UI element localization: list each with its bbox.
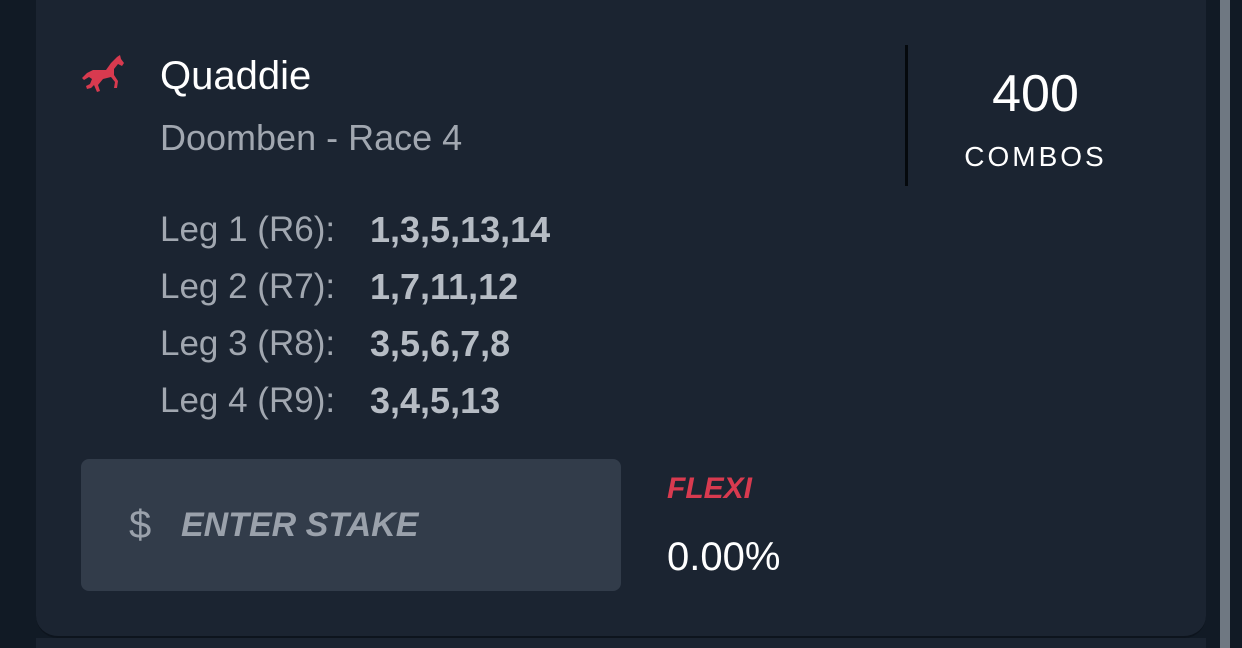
leg-selections: 3,4,5,13	[370, 380, 501, 421]
leg-selections: 1,3,5,13,14	[370, 209, 551, 250]
flexi-percentage: 0.00%	[667, 535, 781, 579]
leg-selections: 3,5,6,7,8	[370, 323, 511, 364]
meeting-race-subtitle: Doomben - Race 4	[160, 117, 463, 158]
leg-selections: 1,7,11,12	[370, 266, 519, 307]
leg-label: Leg 4 (R9):	[160, 381, 336, 420]
leg-label: Leg 1 (R6):	[160, 210, 336, 249]
currency-symbol: $	[129, 503, 152, 547]
scrollbar[interactable]	[1220, 0, 1230, 648]
stake-input[interactable]	[181, 497, 601, 553]
bet-slip-screen: Quaddie Doomben - Race 4 400 COMBOS Leg …	[0, 0, 1242, 648]
leg-label: Leg 3 (R8):	[160, 324, 336, 363]
stake-field[interactable]: $	[81, 459, 621, 591]
flexi-label: FLEXI	[667, 472, 753, 505]
leg-label: Leg 2 (R7):	[160, 267, 336, 306]
next-card-edge	[36, 638, 1206, 648]
bet-type-title: Quaddie	[160, 54, 312, 98]
combos-count: 400	[992, 65, 1079, 123]
combos-label: COMBOS	[964, 141, 1107, 172]
horse-icon	[82, 55, 124, 92]
